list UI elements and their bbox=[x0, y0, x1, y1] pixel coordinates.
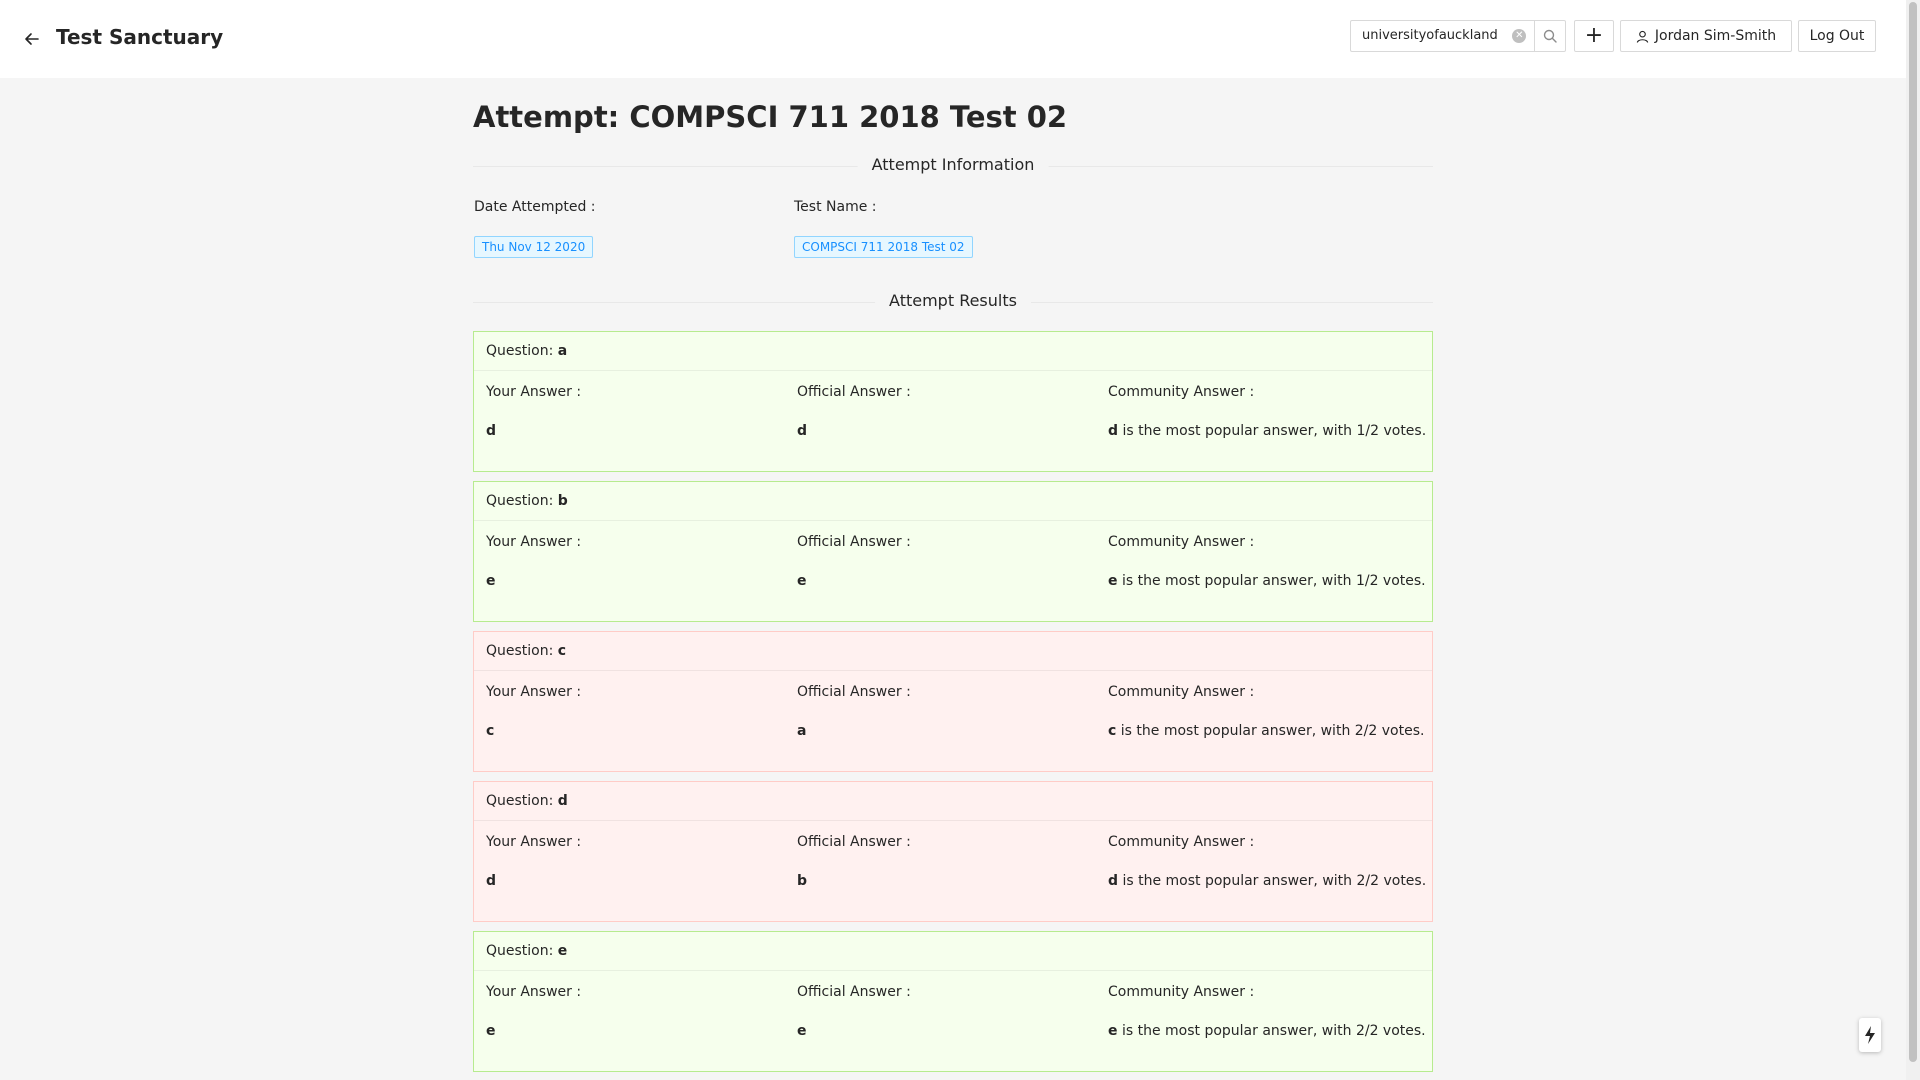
question-header: Question: d bbox=[474, 782, 1432, 821]
question-id: e bbox=[557, 943, 568, 959]
question-id: d bbox=[557, 793, 568, 809]
your-answer-label: Your Answer : bbox=[486, 984, 582, 1000]
community-answer-value: e is the most popular answer, with 2/2 v… bbox=[1108, 1023, 1426, 1039]
info-divider: Attempt Information bbox=[473, 155, 1433, 174]
page-title: Attempt: COMPSCI 711 2018 Test 02 bbox=[473, 100, 1068, 134]
your-answer-label: Your Answer : bbox=[486, 534, 582, 550]
official-answer-label: Official Answer : bbox=[797, 834, 911, 850]
question-card-d: Question: d Your Answer : d Official Answer… bbox=[473, 781, 1433, 922]
search-bar: ✕ bbox=[1350, 20, 1566, 52]
float-action-button[interactable] bbox=[1859, 1018, 1881, 1052]
plus-icon: + bbox=[1584, 23, 1604, 48]
community-answer-value: d is the most popular answer, with 1/2 v… bbox=[1108, 423, 1427, 439]
user-icon bbox=[1636, 30, 1649, 43]
official-answer-label: Official Answer : bbox=[797, 534, 911, 550]
your-answer-label: Your Answer : bbox=[486, 834, 582, 850]
official-answer-label: Official Answer : bbox=[797, 384, 911, 400]
your-answer-value: c bbox=[486, 723, 495, 739]
question-card-a: Question: a Your Answer : d Official Answer… bbox=[473, 331, 1433, 472]
question-header: Question: c bbox=[474, 632, 1432, 671]
logout-button[interactable]: Log Out bbox=[1798, 20, 1876, 52]
your-answer-value: e bbox=[486, 573, 496, 589]
info-section-title: Attempt Information bbox=[857, 155, 1049, 174]
question-label: Question: bbox=[486, 493, 558, 509]
results-section-title: Attempt Results bbox=[875, 291, 1031, 310]
your-answer-value: e bbox=[486, 1023, 496, 1039]
question-card-c: Question: c Your Answer : c Official Answer… bbox=[473, 631, 1433, 772]
question-id: b bbox=[557, 493, 568, 509]
scrollbar-thumb[interactable] bbox=[1909, 2, 1917, 1062]
question-label: Question: bbox=[486, 943, 558, 959]
user-name: Jordan Sim-Smith bbox=[1654, 28, 1777, 44]
question-id: a bbox=[557, 343, 568, 359]
lightning-icon bbox=[1865, 1026, 1875, 1044]
community-answer-value: d is the most popular answer, with 2/2 v… bbox=[1108, 873, 1427, 889]
scrollbar[interactable] bbox=[1906, 0, 1920, 1080]
question-header: Question: b bbox=[474, 482, 1432, 521]
official-answer-value: e bbox=[797, 573, 807, 589]
app-title[interactable]: Test Sanctuary bbox=[56, 25, 223, 49]
official-answer-label: Official Answer : bbox=[797, 984, 911, 1000]
official-answer-value: a bbox=[797, 723, 807, 739]
your-answer-value: d bbox=[486, 423, 497, 439]
your-answer-label: Your Answer : bbox=[486, 384, 582, 400]
test-name-tag: COMPSCI 711 2018 Test 02 bbox=[794, 236, 973, 258]
add-button[interactable]: + bbox=[1574, 20, 1614, 52]
search-icon bbox=[1543, 29, 1557, 43]
test-name-label: Test Name : bbox=[794, 199, 877, 215]
community-answer-label: Community Answer : bbox=[1108, 534, 1255, 550]
close-circle-icon[interactable]: ✕ bbox=[1512, 29, 1527, 43]
question-card-e: Question: e Your Answer : e Official Answer… bbox=[473, 931, 1433, 1072]
question-label: Question: bbox=[486, 343, 558, 359]
search-button[interactable] bbox=[1534, 20, 1566, 52]
official-answer-label: Official Answer : bbox=[797, 684, 911, 700]
official-answer-value: e bbox=[797, 1023, 807, 1039]
community-answer-label: Community Answer : bbox=[1108, 834, 1255, 850]
user-button[interactable]: Jordan Sim-Smith bbox=[1620, 20, 1792, 52]
results-divider: Attempt Results bbox=[473, 291, 1433, 310]
search-input-wrapper: ✕ bbox=[1350, 20, 1535, 52]
question-header: Question: a bbox=[474, 332, 1432, 371]
question-label: Question: bbox=[486, 793, 558, 809]
back-button[interactable] bbox=[20, 27, 44, 51]
date-tag: Thu Nov 12 2020 bbox=[474, 236, 594, 258]
community-answer-label: Community Answer : bbox=[1108, 684, 1255, 700]
official-answer-value: b bbox=[797, 873, 808, 889]
question-header: Question: e bbox=[474, 932, 1432, 971]
community-answer-label: Community Answer : bbox=[1108, 984, 1255, 1000]
date-label: Date Attempted : bbox=[474, 199, 596, 215]
arrow-left-icon bbox=[25, 33, 39, 45]
question-label: Question: bbox=[486, 643, 558, 659]
question-id: c bbox=[557, 643, 567, 659]
your-answer-value: d bbox=[486, 873, 497, 889]
official-answer-value: d bbox=[797, 423, 808, 439]
community-answer-label: Community Answer : bbox=[1108, 384, 1255, 400]
your-answer-label: Your Answer : bbox=[486, 684, 582, 700]
community-answer-value: e is the most popular answer, with 1/2 v… bbox=[1108, 573, 1426, 589]
question-card-b: Question: b Your Answer : e Official Answer… bbox=[473, 481, 1433, 622]
search-input[interactable] bbox=[1351, 21, 1512, 49]
community-answer-value: c is the most popular answer, with 2/2 v… bbox=[1108, 723, 1425, 739]
top-header: Test Sanctuary ✕ + Jordan Sim-Smith Log … bbox=[0, 0, 1906, 78]
